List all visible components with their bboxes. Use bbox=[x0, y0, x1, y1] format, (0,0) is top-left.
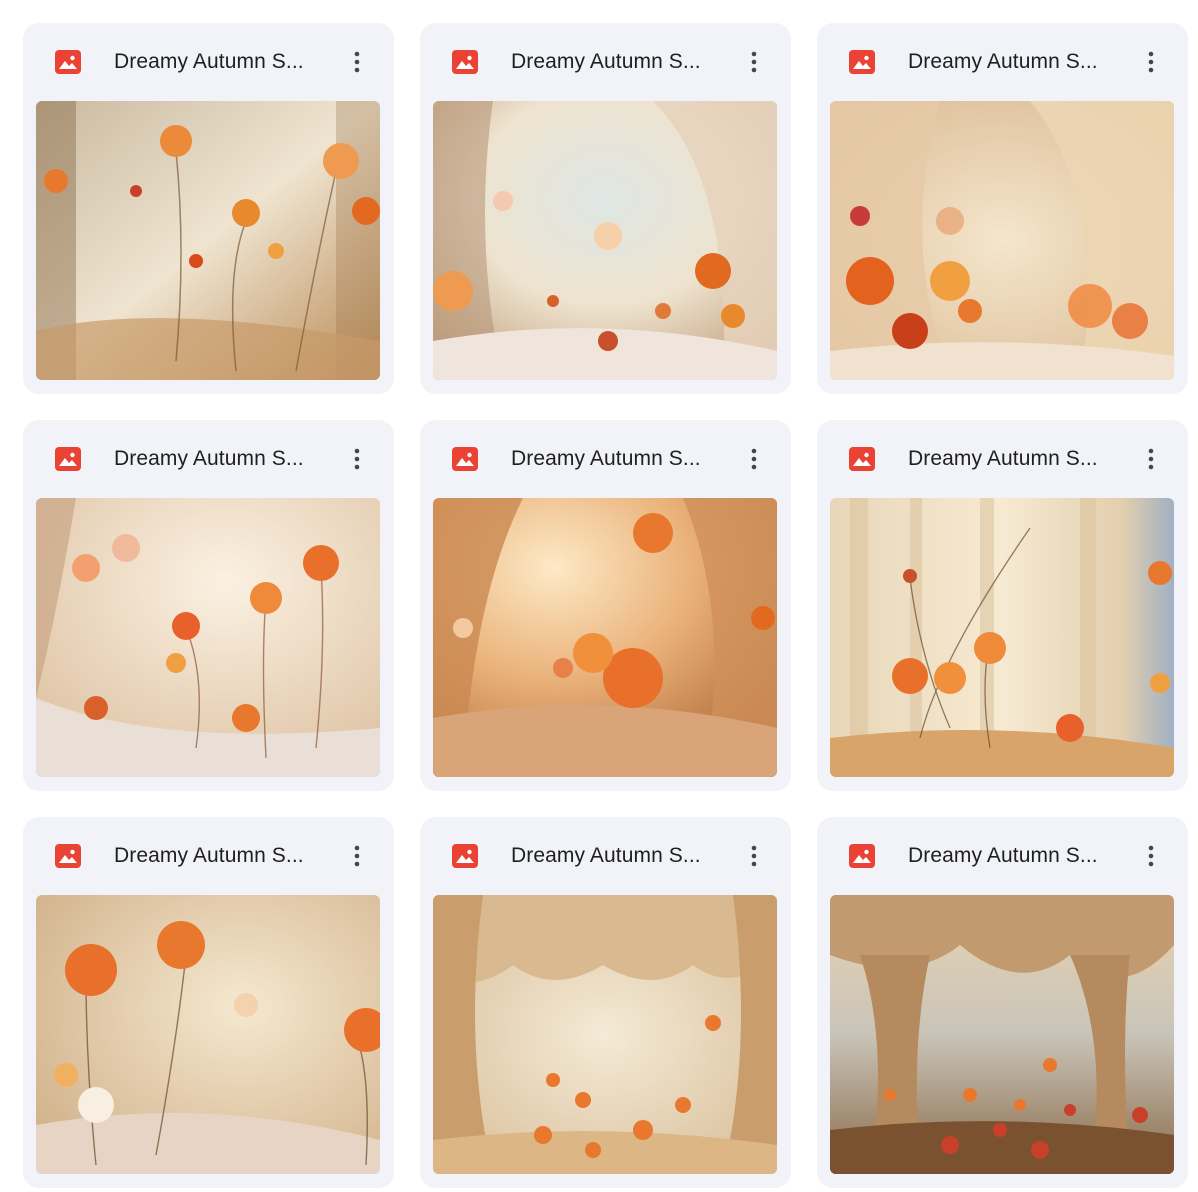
file-card[interactable]: Dreamy Autumn S... bbox=[817, 817, 1188, 1188]
file-grid: Dreamy Autumn S... Dreamy Autumn S... Dr… bbox=[23, 23, 1188, 1188]
card-header: Dreamy Autumn S... bbox=[23, 420, 394, 498]
file-card[interactable]: Dreamy Autumn S... bbox=[23, 23, 394, 394]
more-options-icon[interactable] bbox=[739, 442, 769, 476]
file-name: Dreamy Autumn S... bbox=[908, 50, 1098, 73]
file-name: Dreamy Autumn S... bbox=[114, 50, 304, 73]
image-file-icon bbox=[55, 447, 81, 471]
file-name: Dreamy Autumn S... bbox=[511, 50, 701, 73]
file-card[interactable]: Dreamy Autumn S... bbox=[23, 420, 394, 791]
more-options-icon[interactable] bbox=[342, 839, 372, 873]
image-file-icon bbox=[849, 844, 875, 868]
card-header: Dreamy Autumn S... bbox=[817, 817, 1188, 895]
file-name: Dreamy Autumn S... bbox=[511, 844, 701, 867]
card-header: Dreamy Autumn S... bbox=[420, 23, 791, 101]
image-file-icon bbox=[55, 50, 81, 74]
file-name: Dreamy Autumn S... bbox=[511, 447, 701, 470]
more-options-icon[interactable] bbox=[342, 442, 372, 476]
file-name: Dreamy Autumn S... bbox=[908, 844, 1098, 867]
image-thumbnail[interactable] bbox=[36, 498, 380, 777]
file-card[interactable]: Dreamy Autumn S... bbox=[420, 420, 791, 791]
more-options-icon[interactable] bbox=[739, 839, 769, 873]
more-options-icon[interactable] bbox=[342, 45, 372, 79]
image-file-icon bbox=[849, 447, 875, 471]
file-card[interactable]: Dreamy Autumn S... bbox=[420, 817, 791, 1188]
more-options-icon[interactable] bbox=[739, 45, 769, 79]
file-card[interactable]: Dreamy Autumn S... bbox=[817, 420, 1188, 791]
card-header: Dreamy Autumn S... bbox=[23, 817, 394, 895]
image-file-icon bbox=[452, 50, 478, 74]
image-thumbnail[interactable] bbox=[433, 895, 777, 1174]
image-thumbnail[interactable] bbox=[830, 498, 1174, 777]
file-name: Dreamy Autumn S... bbox=[114, 844, 304, 867]
image-thumbnail[interactable] bbox=[830, 895, 1174, 1174]
card-header: Dreamy Autumn S... bbox=[23, 23, 394, 101]
image-file-icon bbox=[452, 844, 478, 868]
image-file-icon bbox=[849, 50, 875, 74]
image-thumbnail[interactable] bbox=[433, 101, 777, 380]
image-thumbnail[interactable] bbox=[36, 101, 380, 380]
card-header: Dreamy Autumn S... bbox=[420, 420, 791, 498]
more-options-icon[interactable] bbox=[1136, 839, 1166, 873]
card-header: Dreamy Autumn S... bbox=[420, 817, 791, 895]
image-thumbnail[interactable] bbox=[36, 895, 380, 1174]
image-file-icon bbox=[452, 447, 478, 471]
file-name: Dreamy Autumn S... bbox=[908, 447, 1098, 470]
file-card[interactable]: Dreamy Autumn S... bbox=[420, 23, 791, 394]
more-options-icon[interactable] bbox=[1136, 442, 1166, 476]
card-header: Dreamy Autumn S... bbox=[817, 23, 1188, 101]
more-options-icon[interactable] bbox=[1136, 45, 1166, 79]
card-header: Dreamy Autumn S... bbox=[817, 420, 1188, 498]
file-card[interactable]: Dreamy Autumn S... bbox=[817, 23, 1188, 394]
image-file-icon bbox=[55, 844, 81, 868]
image-thumbnail[interactable] bbox=[830, 101, 1174, 380]
image-thumbnail[interactable] bbox=[433, 498, 777, 777]
file-name: Dreamy Autumn S... bbox=[114, 447, 304, 470]
file-card[interactable]: Dreamy Autumn S... bbox=[23, 817, 394, 1188]
